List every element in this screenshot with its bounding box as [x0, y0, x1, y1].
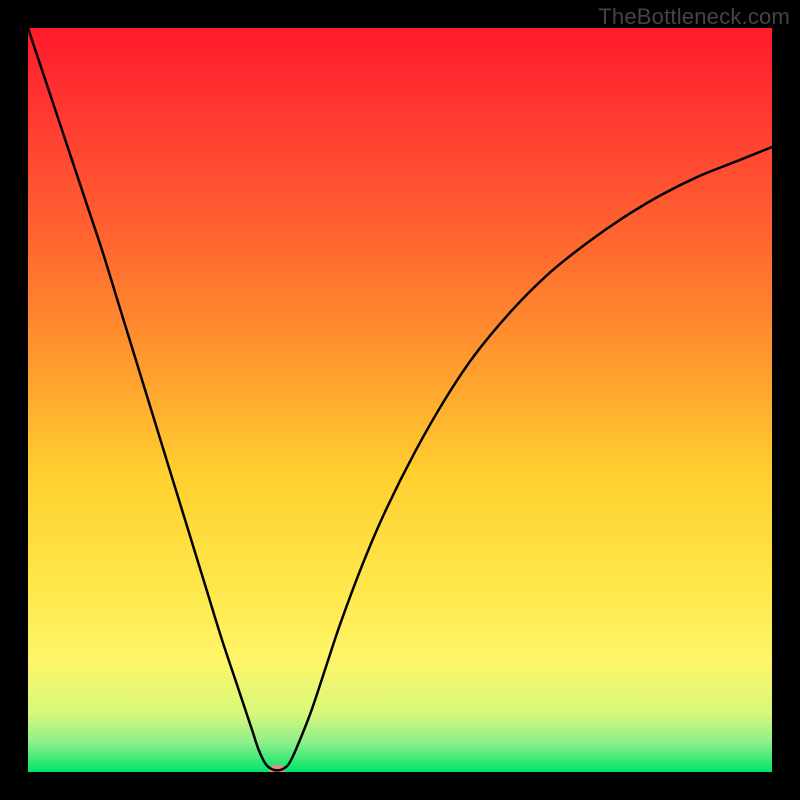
chart-background	[28, 28, 772, 772]
chart-frame: TheBottleneck.com	[0, 0, 800, 800]
watermark-text: TheBottleneck.com	[598, 4, 790, 30]
chart-svg	[28, 28, 772, 772]
plot-area	[28, 28, 772, 772]
